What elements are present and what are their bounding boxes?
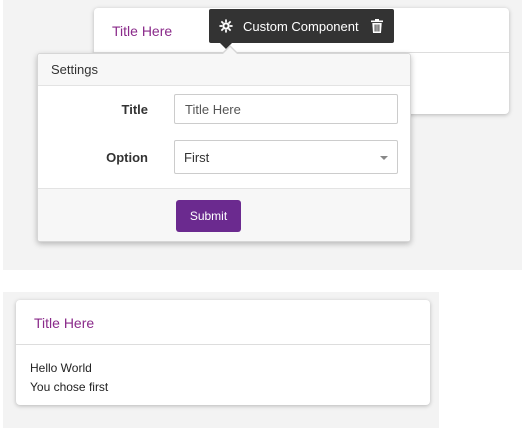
card-title: Title Here <box>34 315 95 331</box>
trash-icon[interactable] <box>370 19 383 33</box>
rendered-card: Title Here Hello World You chose first <box>16 300 430 405</box>
card-body-line: You chose first <box>30 380 109 394</box>
settings-header: Settings <box>38 54 410 86</box>
settings-popover: Settings Title Option First Submit <box>37 53 411 242</box>
title-input[interactable] <box>174 94 398 124</box>
option-label: Option <box>106 150 148 165</box>
component-toolbar: Custom Component <box>209 9 394 43</box>
card-title: Title Here <box>112 23 173 39</box>
option-select[interactable]: First <box>174 140 398 174</box>
settings-footer: Submit <box>38 188 410 241</box>
divider <box>16 344 430 345</box>
option-select-value: First <box>184 150 210 165</box>
chevron-down-icon <box>380 156 388 160</box>
submit-button[interactable]: Submit <box>176 200 241 232</box>
gear-icon[interactable] <box>219 19 233 33</box>
toolbar-label: Custom Component <box>243 18 359 34</box>
card-body-line: Hello World <box>30 361 92 375</box>
title-label: Title <box>121 102 149 117</box>
settings-title: Settings <box>51 62 98 77</box>
popover-pointer-fill <box>223 47 237 54</box>
